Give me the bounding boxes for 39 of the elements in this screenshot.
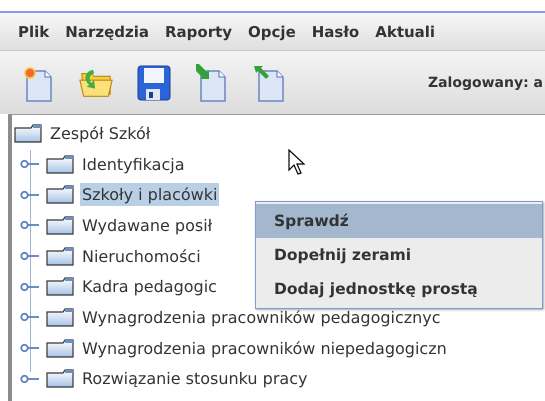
folder-icon: [46, 246, 74, 266]
menu-item[interactable]: Raporty: [156, 22, 240, 40]
menu-item[interactable]: Narzędzia: [57, 22, 157, 40]
tree-item[interactable]: Nieruchomości: [80, 244, 203, 268]
document-arrow-in-icon: [195, 62, 229, 102]
menu-item[interactable]: Plik: [10, 22, 58, 40]
menu-item[interactable]: Opcje: [240, 22, 304, 40]
mouse-pointer-icon: [288, 149, 306, 175]
expand-handle-icon[interactable]: [20, 282, 40, 292]
expand-handle-icon[interactable]: [20, 251, 40, 262]
folder-icon: [46, 154, 74, 174]
expand-handle-icon[interactable]: [20, 220, 40, 230]
toolbar-button[interactable]: [136, 62, 172, 102]
folder-icon: [46, 277, 74, 296]
expand-handle-icon[interactable]: [20, 159, 40, 170]
expand-handle-icon[interactable]: [20, 374, 40, 384]
logged-in-label: Zalogowany: a: [428, 74, 544, 90]
tree-item[interactable]: Szkoły i placówki: [80, 183, 220, 206]
tree-item[interactable]: Identyfikacja: [80, 152, 187, 176]
tree-item[interactable]: Wynagrodzenia pracowników niepedagogiczn: [80, 336, 449, 360]
folder-icon: [46, 185, 74, 204]
folder-icon: [46, 338, 74, 358]
folder-icon: [14, 124, 42, 143]
expand-handle-icon[interactable]: [20, 343, 40, 354]
tree-item[interactable]: Rozwiązanie stosunku pracy: [80, 367, 310, 390]
context-menu-item[interactable]: Sprawdź: [256, 204, 542, 238]
folder-icon: [46, 216, 74, 235]
tree-item[interactable]: Kadra pedagogic: [80, 275, 219, 298]
context-menu-item[interactable]: Dodaj jednostkę prostą: [256, 272, 542, 306]
tree-item[interactable]: Wynagrodzenia pracowników pedagogicznyc: [80, 306, 443, 329]
menu-item[interactable]: Hasło: [304, 22, 368, 40]
tree-item[interactable]: Wydawane posił: [80, 214, 214, 237]
folder-icon: [46, 369, 74, 388]
expand-handle-icon[interactable]: [20, 190, 40, 200]
tree-item[interactable]: Zespół Szkół: [48, 122, 152, 145]
menu-item[interactable]: Aktuali: [367, 22, 444, 40]
context-menu-item[interactable]: Dopełnij zerami: [256, 238, 542, 272]
folder-icon: [46, 308, 74, 327]
expand-handle-icon[interactable]: [20, 312, 40, 322]
